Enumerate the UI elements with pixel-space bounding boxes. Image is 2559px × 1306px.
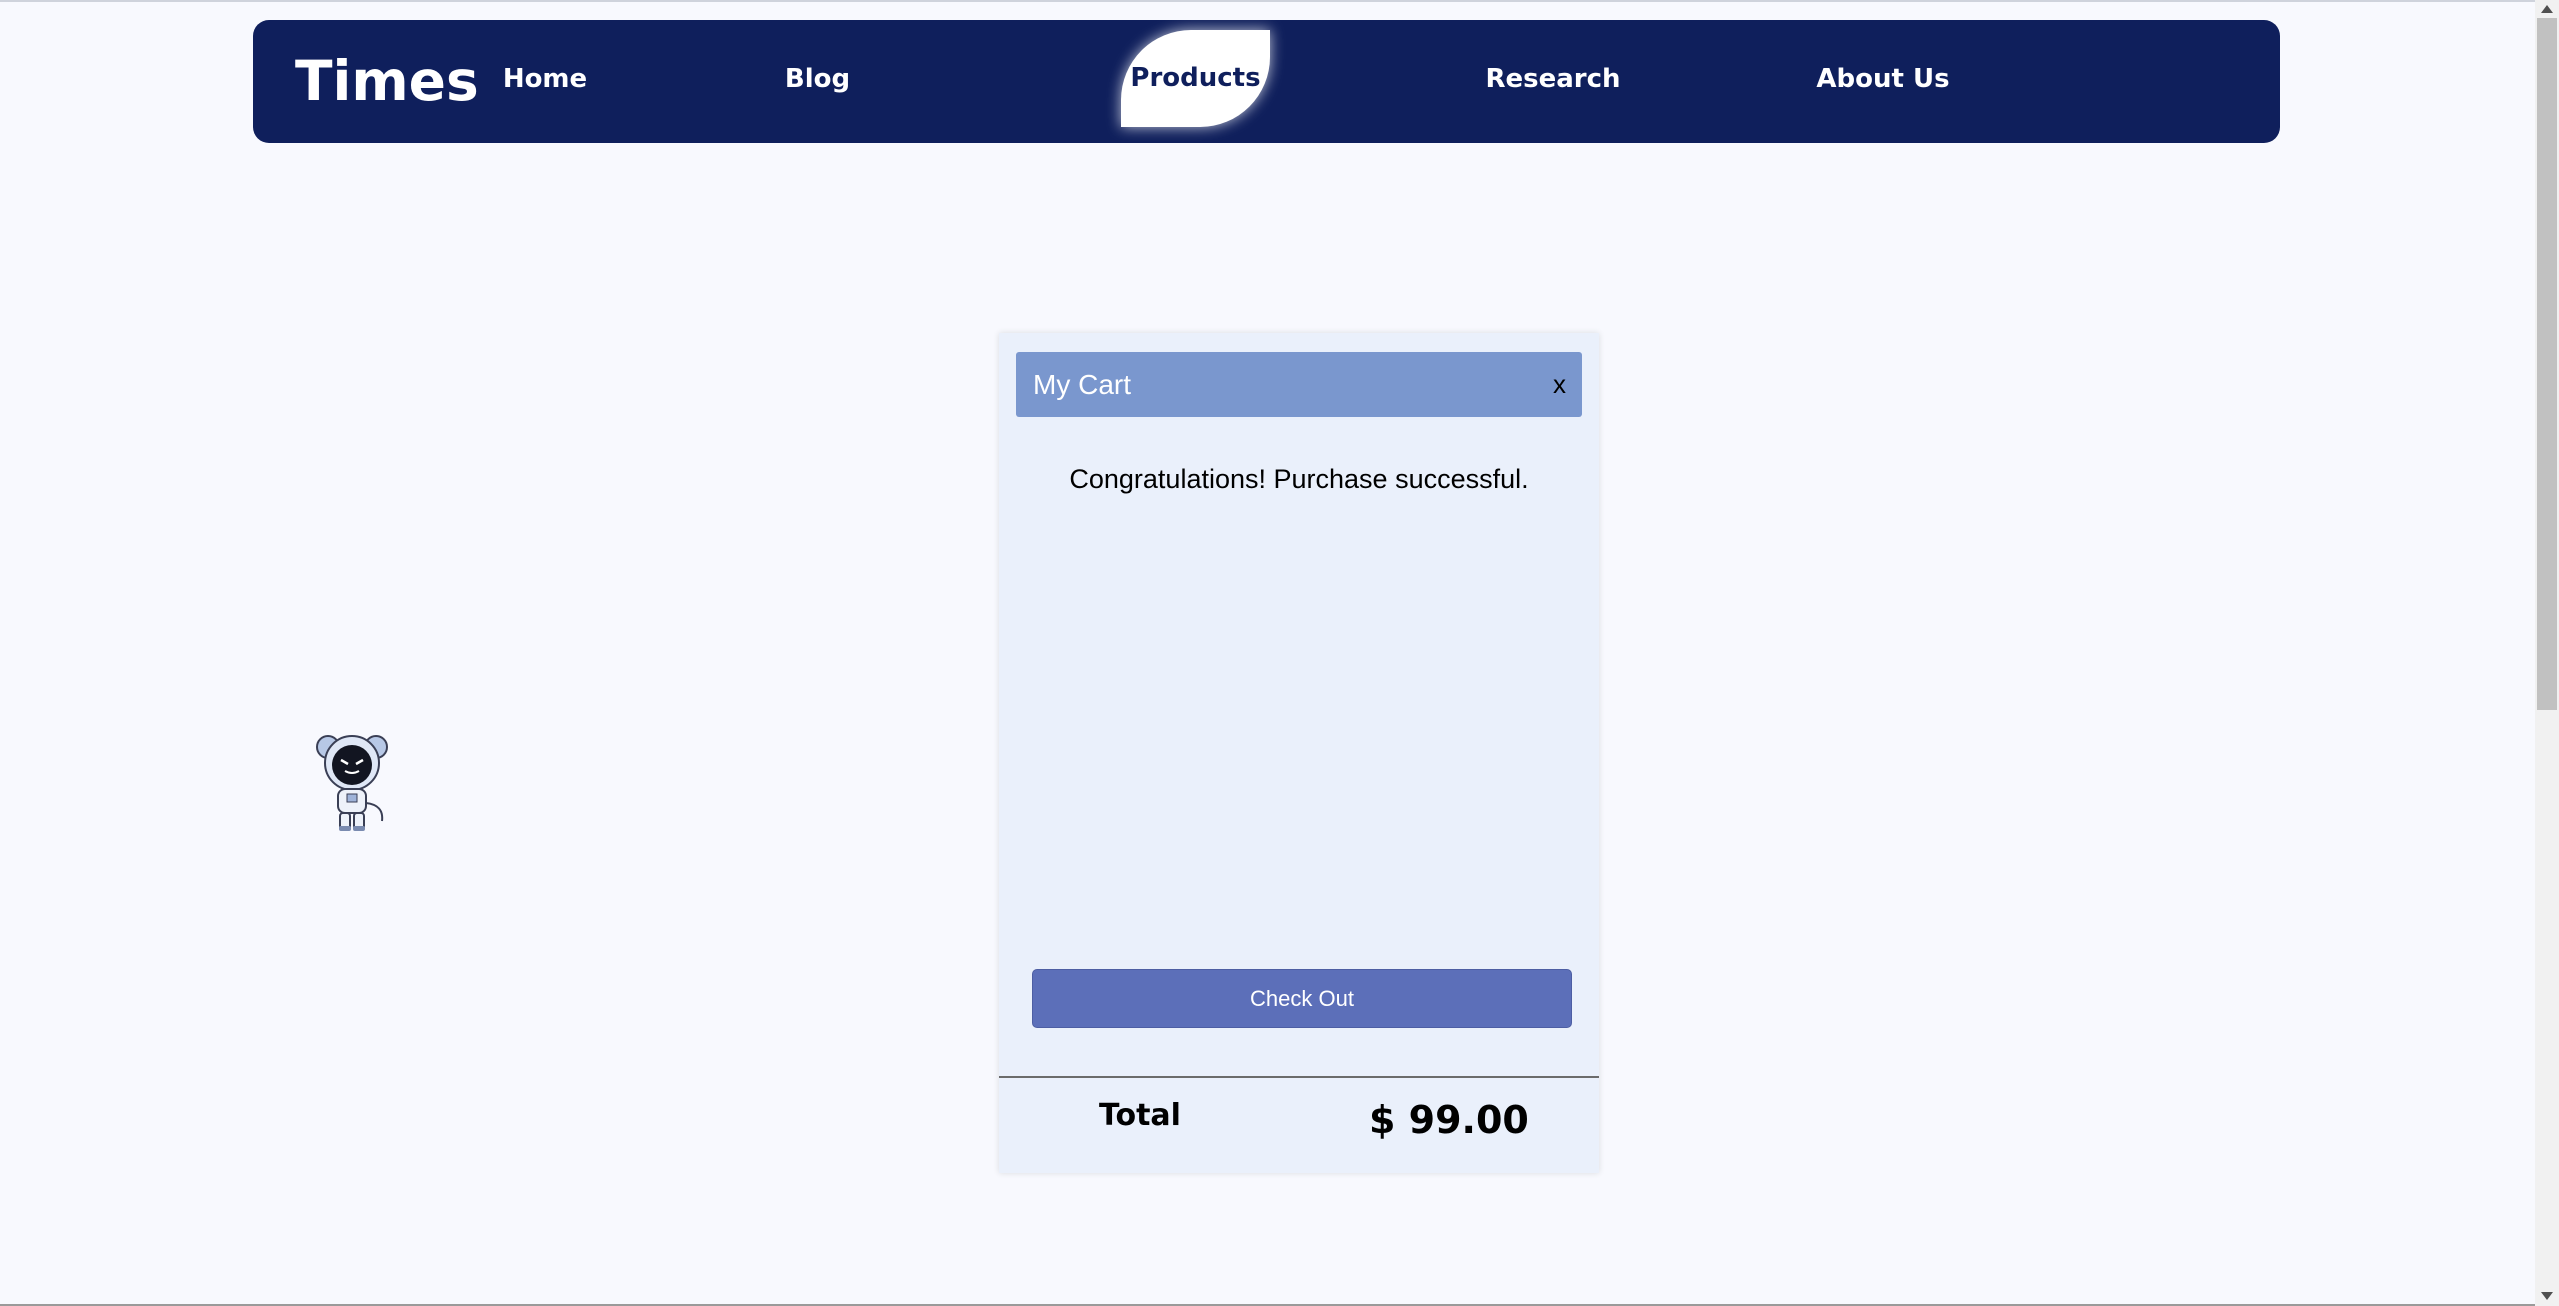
top-border (0, 0, 2535, 2)
total-label: Total (1099, 1098, 1181, 1133)
purchase-success-message: Congratulations! Purchase successful. (1069, 464, 1529, 494)
checkout-button[interactable]: Check Out (1032, 969, 1572, 1028)
cart-header: My Cart x (1016, 352, 1582, 417)
astronaut-mouse-mascot-icon (316, 735, 388, 831)
nav-products-label: Products (1130, 63, 1261, 93)
total-value: $ 99.00 (1369, 1098, 1529, 1142)
nav-blog[interactable]: Blog (742, 20, 893, 143)
nav-home[interactable]: Home (470, 20, 620, 143)
close-icon[interactable]: x (1553, 352, 1566, 417)
nav-products[interactable]: Products (1121, 30, 1270, 127)
cart-panel: My Cart x Congratulations! Purchase succ… (999, 333, 1599, 1173)
scroll-down-arrow-icon[interactable] (2541, 1292, 2553, 1300)
scroll-up-arrow-icon[interactable] (2541, 5, 2553, 13)
cart-divider (999, 1076, 1599, 1078)
nav-about-us[interactable]: About Us (1763, 20, 2003, 143)
brand-logo[interactable]: Times (295, 20, 479, 143)
navbar: Times Home Blog Products Research About … (253, 20, 2280, 143)
scrollbar-thumb[interactable] (2537, 18, 2557, 710)
vertical-scrollbar[interactable] (2535, 0, 2559, 1306)
cart-title: My Cart (1033, 369, 1131, 400)
nav-research[interactable]: Research (1453, 20, 1653, 143)
